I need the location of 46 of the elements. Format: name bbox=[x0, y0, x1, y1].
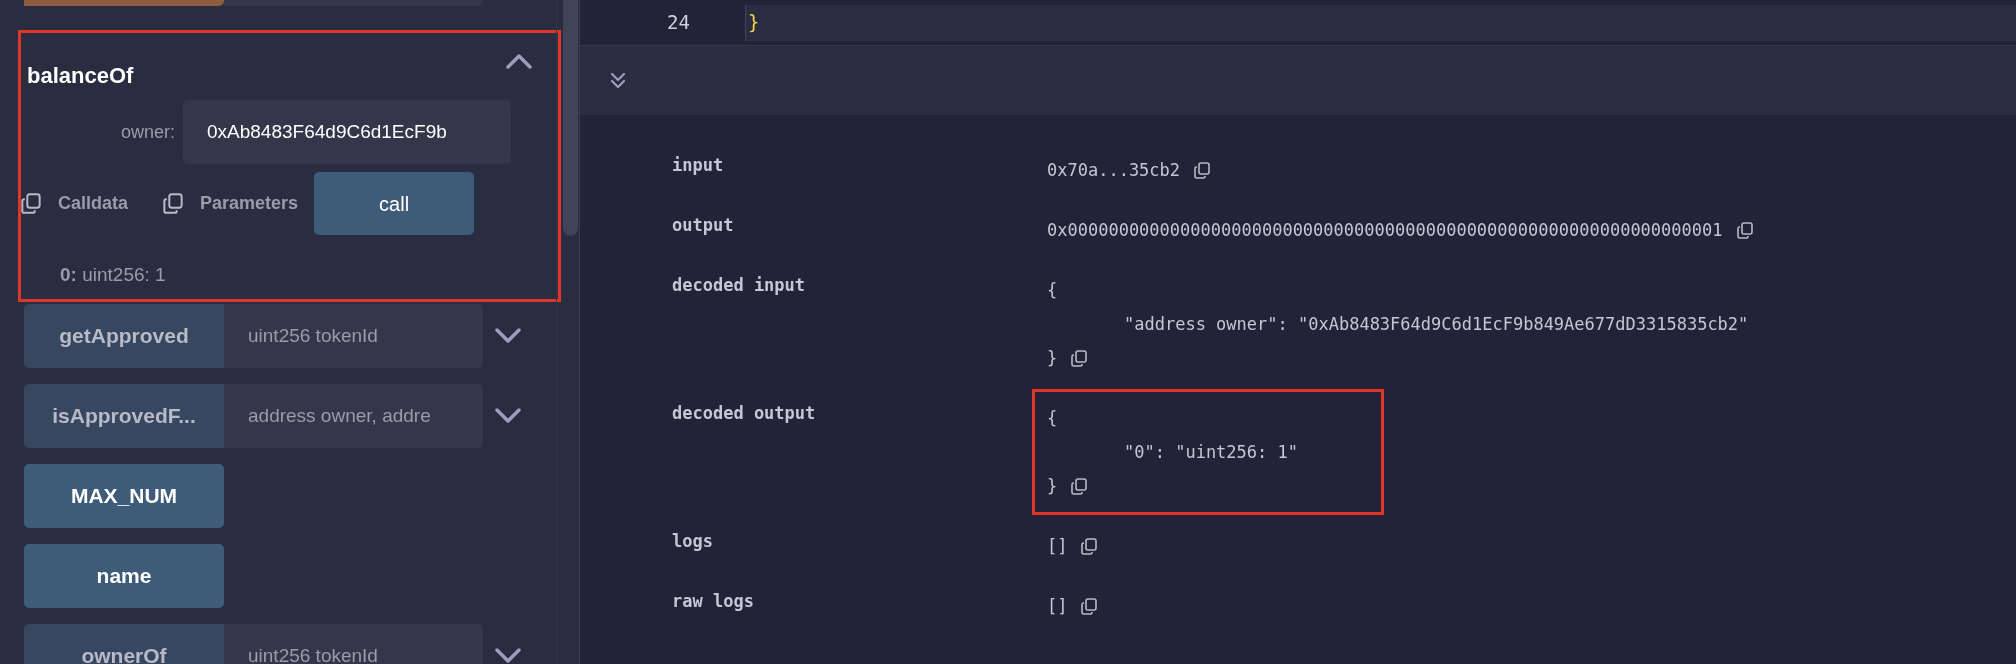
collapse-double-chevron-icon[interactable] bbox=[610, 72, 626, 89]
copy-icon[interactable] bbox=[1194, 161, 1211, 179]
copy-icon[interactable] bbox=[21, 193, 41, 214]
function-button[interactable]: MAX_NUM bbox=[24, 464, 224, 528]
scrollbar-thumb[interactable] bbox=[563, 0, 578, 236]
copy-icon[interactable] bbox=[1071, 349, 1088, 367]
detail-label: decoded input bbox=[672, 274, 807, 297]
detail-label: decoded output bbox=[672, 402, 817, 425]
result-text: 0: uint256: 1 bbox=[60, 263, 167, 287]
expand-chevron-icon[interactable] bbox=[495, 648, 521, 664]
detail-value: } bbox=[1047, 475, 1058, 498]
argument-field[interactable]: uint256 tokenId bbox=[224, 624, 483, 664]
expand-chevron-icon[interactable] bbox=[495, 328, 521, 344]
detail-value: { bbox=[1047, 407, 1058, 430]
copy-icon[interactable] bbox=[1081, 597, 1098, 615]
detail-value: "0": "uint256: 1" bbox=[1124, 441, 1298, 464]
copy-icon[interactable] bbox=[1736, 221, 1753, 239]
copy-link[interactable]: Parameters bbox=[200, 190, 299, 217]
address-field[interactable]: 0xAb8483F64d9C6d1EcF9b bbox=[183, 100, 511, 164]
detail-label: output bbox=[672, 214, 735, 237]
function-button[interactable]: name bbox=[24, 544, 224, 608]
copy-icon[interactable] bbox=[163, 193, 184, 214]
detail-label: raw logs bbox=[672, 590, 755, 613]
expand-chevron-icon[interactable] bbox=[495, 408, 521, 424]
param-label: owner: bbox=[119, 120, 176, 144]
detail-label: input bbox=[672, 154, 725, 177]
detail-value: [] bbox=[1047, 595, 1068, 618]
function-button[interactable]: getApproved bbox=[24, 304, 224, 368]
copy-link[interactable]: Calldata bbox=[58, 190, 129, 217]
argument-field[interactable]: uint256 tokenId bbox=[224, 304, 483, 368]
collapse-chevron-icon[interactable] bbox=[506, 53, 532, 69]
argument-field[interactable]: address owner, addre bbox=[224, 384, 483, 448]
line-number: 24 bbox=[666, 10, 691, 36]
detail-label: logs bbox=[672, 530, 714, 553]
detail-value: "address owner": "0xAb8483F64d9C6d1EcF9b849Ae677dD3315835cb2" bbox=[1124, 313, 1749, 336]
detail-value: 0x0000000000000000000000000000000000000000000000000000000000000001 bbox=[1047, 219, 1723, 242]
function-button[interactable]: isApprovedF... bbox=[24, 384, 224, 448]
copy-icon[interactable] bbox=[1071, 477, 1088, 495]
function-title: balanceOf bbox=[27, 62, 134, 90]
detail-value: } bbox=[1047, 347, 1058, 370]
call-button[interactable]: call bbox=[314, 172, 475, 235]
function-button[interactable]: ownerOf bbox=[24, 624, 224, 664]
detail-value: 0x70a...35cb2 bbox=[1047, 159, 1181, 182]
detail-value: [] bbox=[1047, 535, 1068, 558]
detail-value: { bbox=[1047, 279, 1058, 302]
copy-icon[interactable] bbox=[1081, 537, 1098, 555]
